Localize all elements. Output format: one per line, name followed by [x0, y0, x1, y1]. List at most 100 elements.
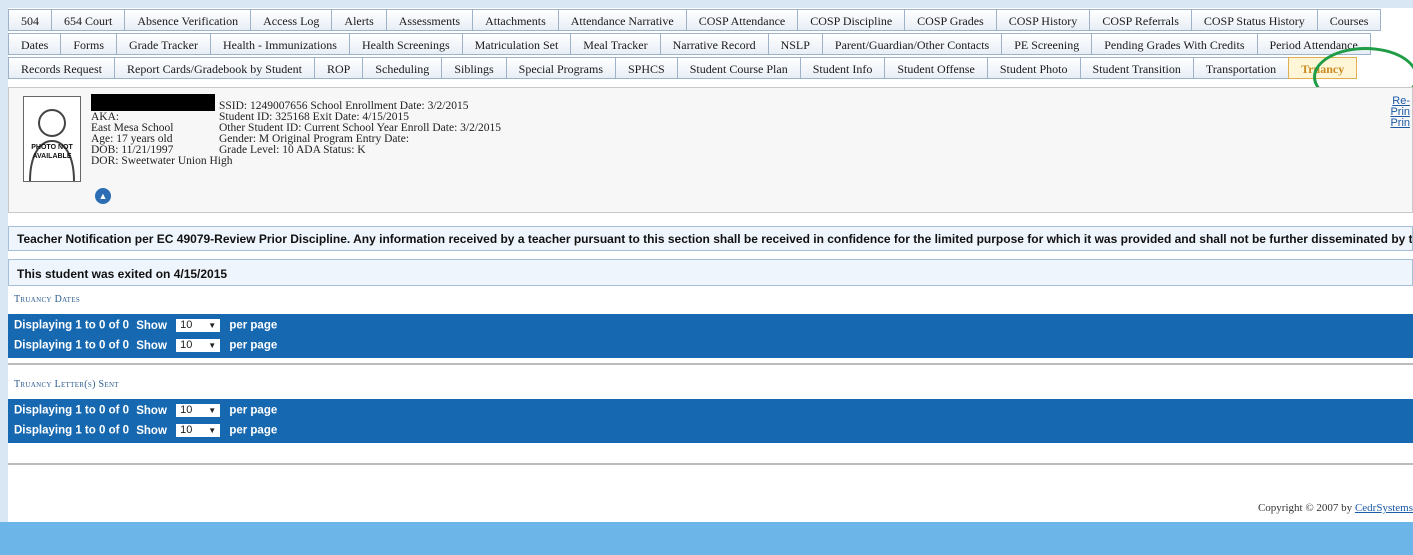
page-size-select[interactable]: 10 ▼: [176, 339, 221, 352]
tab-alerts[interactable]: Alerts: [331, 9, 387, 31]
tab-rop[interactable]: ROP: [313, 57, 364, 79]
top-strip: [0, 0, 1413, 8]
tab-row-2: Dates Forms Grade Tracker Health - Immuniza…: [8, 32, 1413, 56]
tab-student-info[interactable]: Student Info: [799, 57, 886, 79]
tab-cosp-referrals[interactable]: COSP Referrals: [1089, 9, 1192, 31]
tab-courses[interactable]: Courses: [1316, 9, 1382, 31]
page-size-value: 10: [180, 404, 193, 416]
discipline-notice: Teacher Notification per EC 49079-Review…: [8, 226, 1413, 251]
chevron-down-icon: ▼: [208, 321, 217, 330]
page-size-value: 10: [180, 319, 193, 331]
tab-forms[interactable]: Forms: [60, 33, 118, 55]
tab-truancy[interactable]: Truancy: [1288, 57, 1358, 79]
photo-label: PHOTO NOT AVAILABLE: [31, 144, 73, 160]
pager-show: Show: [136, 339, 167, 352]
expand-icon[interactable]: ▲: [95, 188, 111, 204]
tab-records-request[interactable]: Records Request: [8, 57, 115, 79]
student-photo: PHOTO NOT AVAILABLE: [23, 96, 81, 182]
chevron-down-icon: ▼: [208, 406, 217, 415]
student-name-redacted: [91, 94, 215, 111]
pager-show: Show: [136, 404, 167, 417]
tab-parent-guardian-other-contacts[interactable]: Parent/Guardian/Other Contacts: [821, 33, 1003, 55]
left-strip: [0, 0, 8, 522]
pager-display: Displaying 1 to 0 of 0: [14, 319, 130, 332]
tab-grade-tracker[interactable]: Grade Tracker: [116, 33, 211, 55]
pager-bottom: Displaying 1 to 0 of 0 Show 10 ▼ per page: [14, 424, 277, 437]
student-col2: SSID: 1249007656 School Enrollment Date:…: [219, 100, 501, 156]
page-size-select[interactable]: 10 ▼: [176, 404, 221, 417]
truancy-dates-panel: Displaying 1 to 0 of 0 Show 10 ▼ per page…: [8, 314, 1413, 358]
section-divider: [8, 463, 1413, 465]
grade-level: Grade Level: 10 ADA Status: K: [219, 144, 366, 156]
tab-sphcs[interactable]: SPHCS: [615, 57, 678, 79]
tab-student-course-plan[interactable]: Student Course Plan: [676, 57, 801, 79]
truancy-dates-title: Truancy Dates: [14, 294, 81, 305]
tab-special-programs[interactable]: Special Programs: [505, 57, 616, 79]
truancy-letters-panel: Displaying 1 to 0 of 0 Show 10 ▼ per page…: [8, 399, 1413, 443]
tab-matriculation-set[interactable]: Matriculation Set: [461, 33, 572, 55]
tab-cosp-discipline[interactable]: COSP Discipline: [797, 9, 906, 31]
avatar-icon: [29, 109, 75, 181]
pager-top: Displaying 1 to 0 of 0 Show 10 ▼ per page: [14, 404, 277, 417]
tab-meal-tracker[interactable]: Meal Tracker: [570, 33, 661, 55]
section-divider: [8, 363, 1413, 365]
page-size-select[interactable]: 10 ▼: [176, 319, 221, 332]
copyright: Copyright © 2007 by CedrSystems: [1258, 502, 1413, 514]
tab-narrative-record[interactable]: Narrative Record: [659, 33, 769, 55]
tab-cosp-status-history[interactable]: COSP Status History: [1190, 9, 1318, 31]
tab-attachments[interactable]: Attachments: [472, 9, 559, 31]
tab-dates[interactable]: Dates: [8, 33, 62, 55]
tab-cosp-history[interactable]: COSP History: [995, 9, 1091, 31]
pager-per-page: per page: [229, 339, 278, 352]
tab-access-log[interactable]: Access Log: [250, 9, 333, 31]
pager-display: Displaying 1 to 0 of 0: [14, 404, 130, 417]
pager-show: Show: [136, 424, 167, 437]
company-link[interactable]: CedrSystems: [1355, 502, 1413, 514]
pager-per-page: per page: [229, 424, 278, 437]
tab-student-photo[interactable]: Student Photo: [986, 57, 1081, 79]
pager-per-page: per page: [229, 404, 278, 417]
tab-nslp[interactable]: NSLP: [767, 33, 823, 55]
tab-health-screenings[interactable]: Health Screenings: [348, 33, 463, 55]
tab-pe-screening[interactable]: PE Screening: [1001, 33, 1093, 55]
tab-pending-grades-with-credits[interactable]: Pending Grades With Credits: [1091, 33, 1258, 55]
tab-cosp-grades[interactable]: COSP Grades: [904, 9, 997, 31]
exit-notice: This student was exited on 4/15/2015: [8, 259, 1413, 286]
tab-siblings[interactable]: Siblings: [441, 57, 507, 79]
right-links: Re- Prin Prin: [1390, 96, 1410, 129]
tab-health-immunizations[interactable]: Health - Immunizations: [210, 33, 350, 55]
student-header: PHOTO NOT AVAILABLE AKA: East Mesa Schoo…: [8, 87, 1413, 213]
tab-attendance-narrative[interactable]: Attendance Narrative: [557, 9, 687, 31]
tab-row-3: Records Request Report Cards/Gradebook by…: [8, 56, 1413, 80]
tab-cosp-attendance[interactable]: COSP Attendance: [685, 9, 799, 31]
tab-row-1: 504 654 Court Absence Verification Access L…: [8, 8, 1413, 32]
tab-bar: 504 654 Court Absence Verification Access L…: [8, 8, 1413, 80]
page-size-value: 10: [180, 424, 193, 436]
pager-bottom: Displaying 1 to 0 of 0 Show 10 ▼ per page: [14, 339, 277, 352]
tab-report-cards-gradebook-by-student[interactable]: Report Cards/Gradebook by Student: [113, 57, 315, 79]
truancy-letters-title: Truancy Letter(s) Sent: [14, 379, 119, 390]
tab-student-offense[interactable]: Student Offense: [884, 57, 988, 79]
pager-per-page: per page: [229, 319, 278, 332]
footer-band: [0, 522, 1413, 555]
tab-transportation[interactable]: Transportation: [1192, 57, 1290, 79]
tab-504[interactable]: 504: [8, 9, 52, 31]
tab-654-court[interactable]: 654 Court: [51, 9, 126, 31]
pager-top: Displaying 1 to 0 of 0 Show 10 ▼ per page: [14, 319, 277, 332]
pager-display: Displaying 1 to 0 of 0: [14, 424, 130, 437]
dor: DOR: Sweetwater Union High: [91, 155, 233, 167]
print-link-2[interactable]: Prin: [1390, 118, 1410, 129]
tab-absence-verification[interactable]: Absence Verification: [124, 9, 252, 31]
chevron-down-icon: ▼: [208, 426, 217, 435]
tab-student-transition[interactable]: Student Transition: [1079, 57, 1194, 79]
page-size-select[interactable]: 10 ▼: [176, 424, 221, 437]
pager-show: Show: [136, 319, 167, 332]
tab-assessments[interactable]: Assessments: [385, 9, 474, 31]
chevron-down-icon: ▼: [208, 341, 217, 350]
student-col1: AKA: East Mesa School Age: 17 years old …: [91, 111, 233, 167]
pager-display: Displaying 1 to 0 of 0: [14, 339, 130, 352]
copyright-text: Copyright © 2007 by: [1257, 502, 1353, 514]
tab-period-attendance[interactable]: Period Attendance: [1256, 33, 1371, 55]
tab-scheduling[interactable]: Scheduling: [362, 57, 443, 79]
page-size-value: 10: [180, 339, 193, 351]
